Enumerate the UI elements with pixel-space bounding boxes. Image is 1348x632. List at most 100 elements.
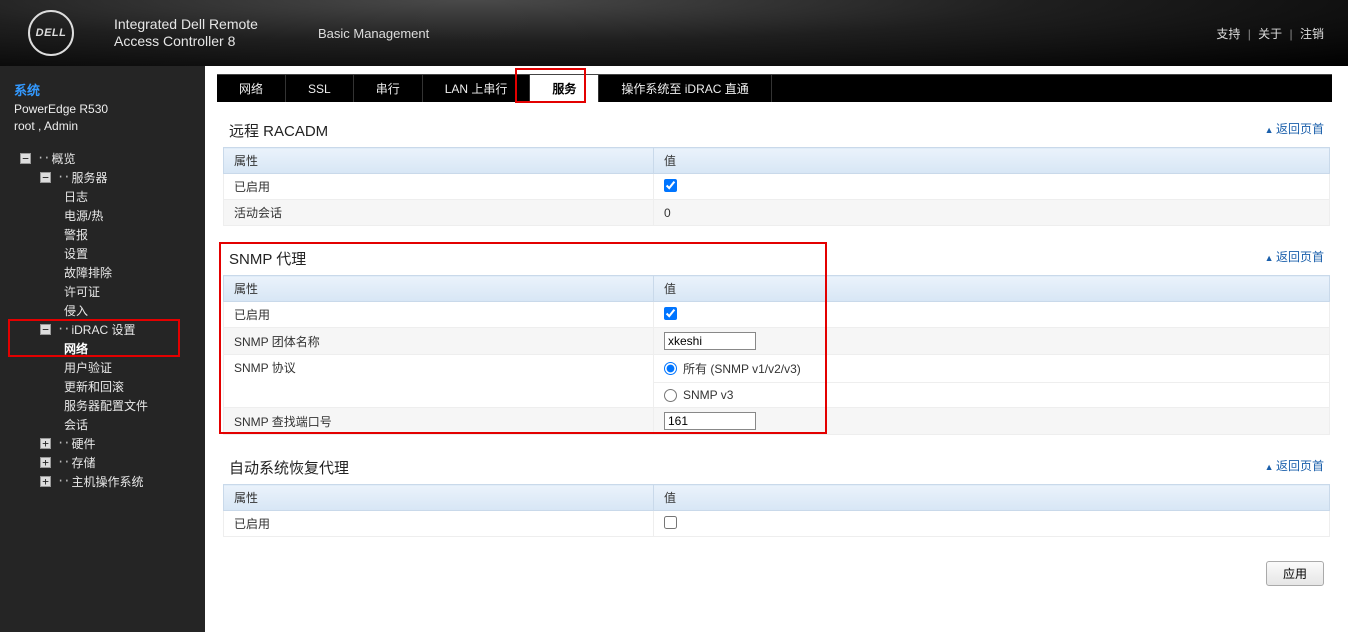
tree-server[interactable]: − ·· 服务器 [0,168,205,187]
tree-intrusion[interactable]: 侵入 [0,301,205,320]
tree-idrac[interactable]: − ·· iDRAC 设置 [0,320,205,339]
header-subtitle: Basic Management [318,26,429,41]
attr-protocol: SNMP 协议 [224,355,654,408]
radio-label: SNMP v3 [683,388,733,402]
tree-logs[interactable]: 日志 [0,187,205,206]
section-racadm: 远程 RACADM 返回页首 属性 值 已启用 活动会话 0 [223,116,1330,226]
support-link[interactable]: 支持 [1216,27,1240,41]
content-panel: 远程 RACADM 返回页首 属性 值 已启用 活动会话 0 [205,102,1348,632]
logout-link[interactable]: 注销 [1300,27,1324,41]
tab-osidrac[interactable]: 操作系统至 iDRAC 直通 [599,75,771,102]
col-value: 值 [654,148,1330,174]
content-area: 网络 SSL 串行 LAN 上串行 服务 操作系统至 iDRAC 直通 远程 R… [205,66,1348,632]
val-community [654,328,1330,355]
collapse-icon[interactable]: − [40,172,51,183]
collapse-icon[interactable]: − [20,153,31,164]
tree-label: 主机操作系统 [71,473,143,490]
attr-port: SNMP 查找端口号 [224,408,654,435]
autorecover-table: 属性 值 已启用 [223,484,1330,537]
attr-enabled: 已启用 [224,174,654,200]
product-title: Integrated Dell Remote Access Controller… [114,16,258,51]
tree-power[interactable]: 电源/热 [0,206,205,225]
val-enabled [654,511,1330,537]
tree-update[interactable]: 更新和回滚 [0,377,205,396]
tab-bar: 网络 SSL 串行 LAN 上串行 服务 操作系统至 iDRAC 直通 [217,74,1332,102]
tree-troubleshoot[interactable]: 故障排除 [0,263,205,282]
about-link[interactable]: 关于 [1258,27,1282,41]
main-layout: 系统 PowerEdge R530 root , Admin − ·· 概览 −… [0,66,1348,632]
back-to-top-link[interactable]: 返回页首 [1265,120,1324,137]
val-sessions: 0 [654,200,1330,226]
back-to-top-link[interactable]: 返回页首 [1265,457,1324,474]
product-line2: Access Controller 8 [114,33,258,51]
snmp-community-input[interactable] [664,332,756,350]
sidebar-model: PowerEdge R530 [0,101,205,118]
tree-label: 硬件 [71,435,95,452]
tab-lan[interactable]: LAN 上串行 [423,75,531,102]
nav-tree: − ·· 概览 − ·· 服务器 日志 电源/热 警报 设置 故障排除 许可证 … [0,149,205,491]
tree-storage[interactable]: + ·· 存储 [0,453,205,472]
tree-label: 概览 [51,150,75,167]
dell-logo: DELL [28,10,74,56]
val-enabled [654,302,1330,328]
snmp-port-input[interactable] [664,412,756,430]
tree-settings[interactable]: 设置 [0,244,205,263]
val-protocol-all: 所有 (SNMP v1/v2/v3) [654,355,1330,383]
col-value: 值 [654,485,1330,511]
tree-alerts[interactable]: 警报 [0,225,205,244]
tree-auth[interactable]: 用户验证 [0,358,205,377]
col-attribute: 属性 [224,276,654,302]
tree-network[interactable]: 网络 [0,339,205,358]
apply-button[interactable]: 应用 [1266,561,1324,586]
logo-area: DELL [28,10,74,56]
val-protocol-v3: SNMP v3 [654,383,1330,408]
footer-buttons: 应用 [223,555,1330,586]
back-to-top-link[interactable]: 返回页首 [1265,248,1324,265]
col-value: 值 [654,276,1330,302]
tab-network[interactable]: 网络 [217,75,286,102]
product-line1: Integrated Dell Remote [114,16,258,34]
col-attribute: 属性 [224,485,654,511]
autorecover-enabled-checkbox[interactable] [664,516,677,529]
val-enabled [654,174,1330,200]
attr-community: SNMP 团体名称 [224,328,654,355]
tree-label: 服务器 [71,169,107,186]
col-attribute: 属性 [224,148,654,174]
sidebar: 系统 PowerEdge R530 root , Admin − ·· 概览 −… [0,66,205,632]
tree-profile[interactable]: 服务器配置文件 [0,396,205,415]
section-snmp: SNMP 代理 返回页首 属性 值 已启用 SNMP 团体名称 [223,244,1330,435]
snmp-enabled-checkbox[interactable] [664,307,677,320]
tree-hardware[interactable]: + ·· 硬件 [0,434,205,453]
attr-sessions: 活动会话 [224,200,654,226]
expand-icon[interactable]: + [40,457,51,468]
separator: | [1248,27,1251,41]
snmp-proto-v3-radio[interactable] [664,389,677,402]
separator: | [1290,27,1293,41]
racadm-enabled-checkbox[interactable] [664,179,677,192]
expand-icon[interactable]: + [40,438,51,449]
tree-session[interactable]: 会话 [0,415,205,434]
tabs-container: 网络 SSL 串行 LAN 上串行 服务 操作系统至 iDRAC 直通 [217,66,1332,102]
racadm-table: 属性 值 已启用 活动会话 0 [223,147,1330,226]
tree-hostos[interactable]: + ·· 主机操作系统 [0,472,205,491]
attr-enabled: 已启用 [224,302,654,328]
sidebar-user: root , Admin [0,118,205,135]
sidebar-title: 系统 [0,76,205,101]
tab-serial[interactable]: 串行 [354,75,423,102]
app-header: DELL Integrated Dell Remote Access Contr… [0,0,1348,66]
snmp-table: 属性 值 已启用 SNMP 团体名称 SNMP 协议 所有 (SN [223,275,1330,435]
tree-label: 存储 [71,454,95,471]
header-links: 支持 | 关于 | 注销 [1212,25,1328,42]
expand-icon[interactable]: + [40,476,51,487]
tree-overview[interactable]: − ·· 概览 [0,149,205,168]
tab-services[interactable]: 服务 [530,75,599,102]
tree-label: iDRAC 设置 [71,321,135,338]
snmp-proto-all-radio[interactable] [664,362,677,375]
tab-ssl[interactable]: SSL [286,75,354,102]
section-title: SNMP 代理 [223,244,1330,275]
radio-label: 所有 (SNMP v1/v2/v3) [683,360,801,377]
tree-license[interactable]: 许可证 [0,282,205,301]
val-port [654,408,1330,435]
collapse-icon[interactable]: − [40,324,51,335]
attr-enabled: 已启用 [224,511,654,537]
